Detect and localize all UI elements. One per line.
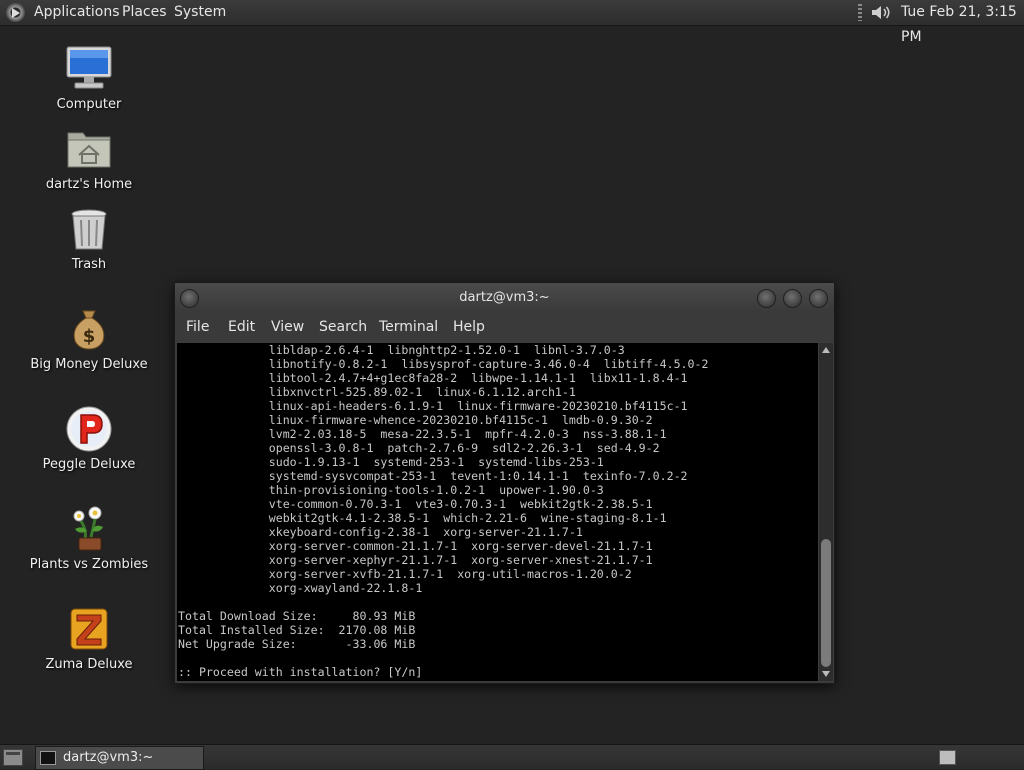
desktop-icon-trash[interactable]: Trash: [14, 205, 164, 272]
terminal-icon: [40, 751, 56, 765]
maximize-button[interactable]: [783, 289, 802, 308]
workspace-switcher[interactable]: [939, 750, 956, 765]
menu-search[interactable]: Search: [319, 313, 367, 342]
window-title: dartz@vm3:~: [459, 290, 550, 305]
desktop-icon-home[interactable]: dartz's Home: [14, 125, 164, 192]
desktop-icon-label: Big Money Deluxe: [30, 357, 148, 372]
desktop-icon-big-money[interactable]: $ Big Money Deluxe: [14, 305, 164, 372]
close-button[interactable]: [809, 289, 828, 308]
desktop-icon-computer[interactable]: Computer: [14, 45, 164, 112]
window-menu-button[interactable]: [180, 289, 199, 308]
top-panel: Applications Places System Tue Feb 21, 3…: [0, 0, 1024, 45]
terminal-window[interactable]: dartz@vm3:~ File Edit View Search Termin…: [174, 282, 835, 684]
menu-file[interactable]: File: [186, 313, 209, 342]
desktop-icon-zuma[interactable]: Zuma Deluxe: [14, 605, 164, 672]
desktop-icon-plants-vs-zombies[interactable]: Plants vs Zombies: [14, 505, 164, 572]
places-menu[interactable]: Places: [122, 0, 167, 25]
terminal-text: libldap-2.6.4-1 libnghttp2-1.52.0-1 libn…: [178, 343, 709, 679]
desktop-icon-label: Peggle Deluxe: [42, 457, 136, 472]
desktop-icon-label: Trash: [71, 257, 107, 272]
money-bag-icon: $: [65, 305, 113, 353]
system-menu[interactable]: System: [174, 0, 226, 25]
bottom-panel: dartz@vm3:~: [0, 744, 1024, 770]
svg-text:$: $: [83, 326, 96, 347]
terminal-menubar: File Edit View Search Terminal Help: [175, 313, 834, 342]
volume-icon[interactable]: [870, 4, 892, 21]
minimize-button[interactable]: [757, 289, 776, 308]
show-desktop-icon[interactable]: [3, 749, 23, 766]
desktop-icon-label: Plants vs Zombies: [29, 557, 149, 572]
menu-edit[interactable]: Edit: [228, 313, 255, 342]
desktop-icon-peggle[interactable]: Peggle Deluxe: [14, 405, 164, 472]
zuma-icon: [65, 605, 113, 653]
terminal-output[interactable]: libldap-2.6.4-1 libnghttp2-1.52.0-1 libn…: [177, 343, 818, 681]
peggle-icon: [65, 405, 113, 453]
terminal-scrollbar[interactable]: [819, 343, 833, 681]
taskbar-button-terminal[interactable]: dartz@vm3:~: [35, 746, 204, 770]
desktop-icon-label: dartz's Home: [45, 177, 133, 192]
home-folder-icon: [65, 125, 113, 173]
gnome-menu-icon[interactable]: [6, 3, 25, 22]
scroll-down-arrow-icon[interactable]: [822, 671, 830, 677]
scroll-up-arrow-icon[interactable]: [822, 347, 830, 353]
applications-menu[interactable]: Applications: [34, 0, 120, 25]
menu-help[interactable]: Help: [453, 313, 485, 342]
panel-handle[interactable]: [858, 4, 862, 21]
trash-icon: [65, 205, 113, 253]
desktop-icon-label: Zuma Deluxe: [45, 657, 133, 672]
menu-view[interactable]: View: [271, 313, 304, 342]
menu-terminal[interactable]: Terminal: [379, 313, 438, 342]
clock[interactable]: Tue Feb 21, 3:15 PM: [901, 0, 1024, 50]
window-titlebar[interactable]: dartz@vm3:~: [175, 283, 834, 313]
scrollbar-thumb[interactable]: [821, 539, 831, 667]
plants-vs-zombies-icon: [65, 505, 113, 553]
computer-icon: [65, 45, 113, 93]
taskbar-label: dartz@vm3:~: [63, 750, 154, 765]
desktop-icon-label: Computer: [56, 97, 122, 112]
